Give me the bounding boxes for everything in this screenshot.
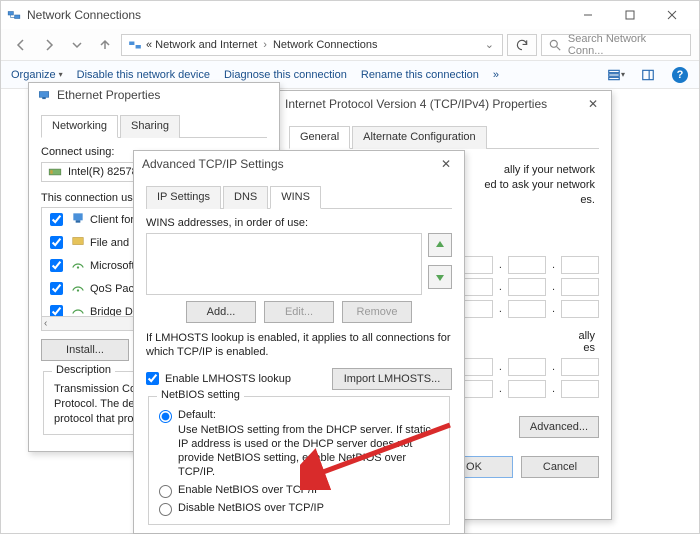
component-icon: [71, 280, 85, 297]
cmd-organize[interactable]: Organize▾: [11, 69, 63, 81]
component-checkbox[interactable]: [50, 282, 63, 295]
subnet-mask-field[interactable]: ..: [455, 278, 599, 296]
nic-icon: [48, 165, 62, 179]
adapter-name: Intel(R) 82578: [68, 166, 138, 178]
breadcrumb[interactable]: « Network and Internet › Network Connect…: [121, 34, 503, 56]
advtcp-dialog-title: Advanced TCP/IP Settings: [142, 157, 284, 171]
component-icon: [71, 234, 85, 251]
tab-sharing[interactable]: Sharing: [120, 115, 180, 138]
component-icon: [71, 303, 85, 317]
ipv4-dialog-titlebar: Internet Protocol Version 4 (TCP/IPv4) P…: [277, 91, 611, 117]
tab-dns[interactable]: DNS: [223, 186, 268, 209]
component-checkbox[interactable]: [50, 259, 63, 272]
cmd-disable-device[interactable]: Disable this network device: [77, 69, 210, 81]
description-legend: Description: [52, 364, 115, 376]
cmd-rename[interactable]: Rename this connection: [361, 69, 479, 81]
netbios-default-label: Default:: [178, 409, 439, 421]
component-icon: [71, 257, 85, 274]
search-input[interactable]: Search Network Conn...: [541, 34, 691, 56]
ip-address-field[interactable]: ..: [455, 256, 599, 274]
ethernet-dialog-title: Ethernet Properties: [57, 88, 160, 102]
network-connections-icon: [7, 8, 21, 22]
ethernet-dialog-titlebar: Ethernet Properties: [29, 83, 279, 106]
wins-edit-button[interactable]: Edit...: [264, 301, 334, 323]
titlebar: Network Connections: [1, 1, 699, 29]
close-button[interactable]: [651, 3, 693, 27]
ipv4-tabs: General Alternate Configuration: [289, 125, 599, 149]
chevron-right-icon: ›: [263, 39, 267, 51]
back-button[interactable]: [9, 33, 33, 57]
refresh-button[interactable]: [507, 34, 537, 56]
wins-remove-button[interactable]: Remove: [342, 301, 412, 323]
maximize-button[interactable]: [609, 3, 651, 27]
cancel-button[interactable]: Cancel: [521, 456, 599, 478]
alternate-dns-field[interactable]: ..: [455, 380, 599, 398]
tab-alternate-config[interactable]: Alternate Configuration: [352, 126, 487, 149]
wins-add-button[interactable]: Add...: [186, 301, 256, 323]
advanced-tcpip-dialog: Advanced TCP/IP Settings ✕ IP Settings D…: [133, 150, 465, 534]
wins-addresses-label: WINS addresses, in order of use:: [146, 217, 452, 229]
window-title: Network Connections: [27, 8, 141, 22]
advtcp-close-button[interactable]: ✕: [436, 157, 456, 171]
tab-general[interactable]: General: [289, 126, 350, 149]
crumb-parent[interactable]: « Network and Internet: [146, 39, 257, 51]
search-placeholder: Search Network Conn...: [568, 33, 684, 57]
search-icon: [548, 38, 562, 52]
netbios-default-radio[interactable]: Default: Use NetBIOS setting from the DH…: [159, 409, 439, 480]
preview-pane-button[interactable]: [639, 66, 657, 84]
netbios-disable-label: Disable NetBIOS over TCP/IP: [178, 502, 324, 514]
netbios-disable-radio[interactable]: Disable NetBIOS over TCP/IP: [159, 502, 439, 516]
preferred-dns-field[interactable]: ..: [455, 358, 599, 376]
forward-button[interactable]: [37, 33, 61, 57]
move-up-button[interactable]: [428, 233, 452, 257]
component-icon: [71, 211, 85, 228]
ethernet-icon: [37, 88, 51, 102]
netbios-legend: NetBIOS setting: [157, 389, 244, 401]
gateway-field[interactable]: ..: [455, 300, 599, 318]
netbios-enable-label: Enable NetBIOS over TCP/IP: [178, 484, 321, 496]
breadcrumb-icon: [128, 38, 142, 52]
enable-lmhosts-checkbox[interactable]: Enable LMHOSTS lookup: [146, 372, 291, 385]
crumb-current[interactable]: Network Connections: [273, 39, 378, 51]
ipv4-close-button[interactable]: ✕: [583, 97, 603, 111]
breadcrumb-dropdown-icon[interactable]: ⌄: [485, 38, 494, 51]
component-checkbox[interactable]: [50, 213, 63, 226]
install-button[interactable]: Install...: [41, 339, 129, 361]
advtcp-dialog-titlebar: Advanced TCP/IP Settings ✕: [134, 151, 464, 177]
move-down-button[interactable]: [428, 265, 452, 289]
wins-address-list[interactable]: [146, 233, 422, 295]
lmhosts-note: If LMHOSTS lookup is enabled, it applies…: [146, 331, 452, 360]
up-button[interactable]: [93, 33, 117, 57]
import-lmhosts-button[interactable]: Import LMHOSTS...: [332, 368, 452, 390]
cmd-overflow[interactable]: »: [493, 69, 499, 81]
ethernet-tabs: Networking Sharing: [41, 114, 267, 138]
tab-wins[interactable]: WINS: [270, 186, 321, 209]
help-button[interactable]: ?: [671, 66, 689, 84]
tab-ip-settings[interactable]: IP Settings: [146, 186, 221, 209]
address-bar: « Network and Internet › Network Connect…: [1, 29, 699, 61]
advanced-button[interactable]: Advanced...: [519, 416, 599, 438]
ipv4-dialog-title: Internet Protocol Version 4 (TCP/IPv4) P…: [285, 97, 547, 111]
advtcp-tabs: IP Settings DNS WINS: [146, 185, 452, 209]
component-checkbox[interactable]: [50, 236, 63, 249]
netbios-enable-radio[interactable]: Enable NetBIOS over TCP/IP: [159, 484, 439, 498]
tab-networking[interactable]: Networking: [41, 115, 118, 138]
cmd-diagnose[interactable]: Diagnose this connection: [224, 69, 347, 81]
recent-locations-button[interactable]: [65, 33, 89, 57]
view-options-button[interactable]: ▾: [607, 66, 625, 84]
minimize-button[interactable]: [567, 3, 609, 27]
netbios-default-desc: Use NetBIOS setting from the DHCP server…: [178, 423, 439, 480]
component-checkbox[interactable]: [50, 305, 63, 317]
